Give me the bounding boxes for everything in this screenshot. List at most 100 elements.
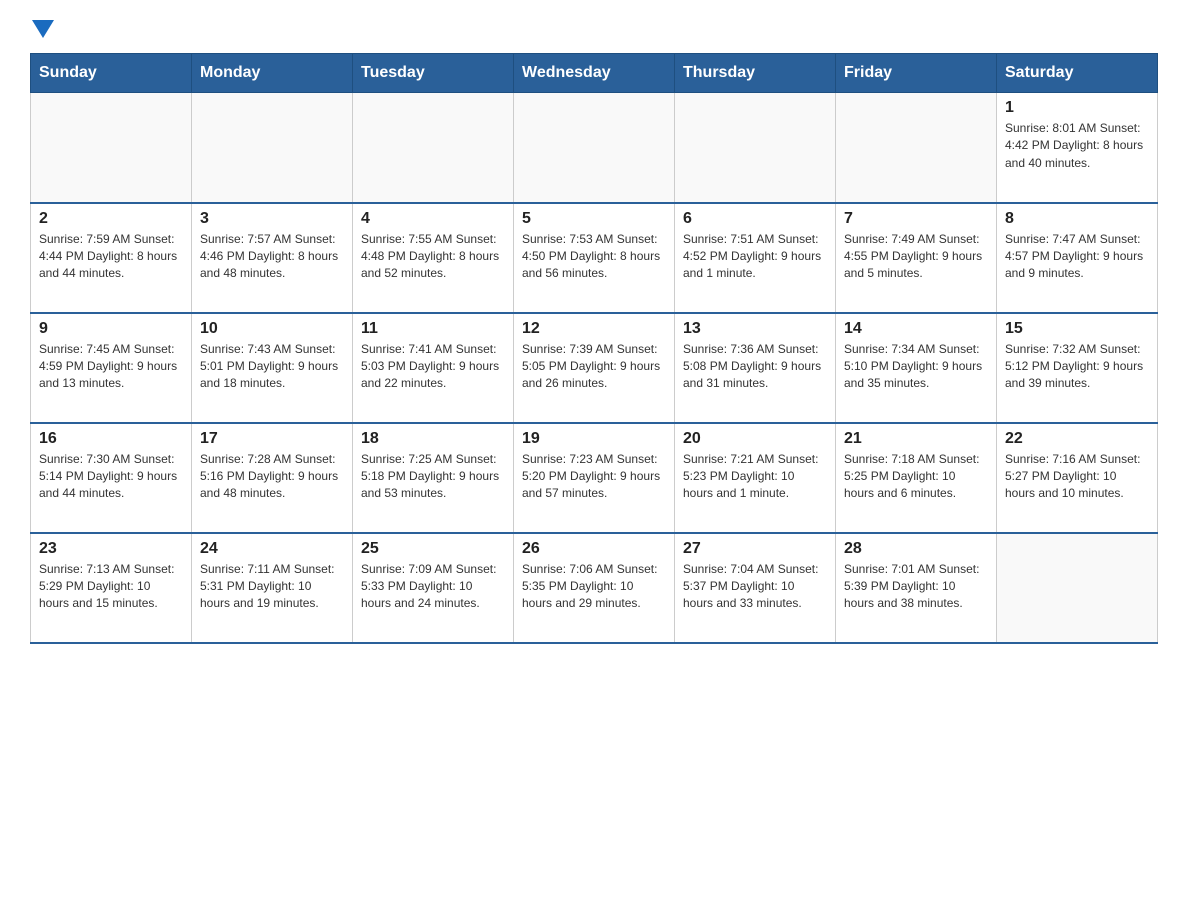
day-info: Sunrise: 7:18 AM Sunset: 5:25 PM Dayligh…	[844, 451, 988, 503]
day-info: Sunrise: 7:32 AM Sunset: 5:12 PM Dayligh…	[1005, 341, 1149, 393]
day-info: Sunrise: 7:25 AM Sunset: 5:18 PM Dayligh…	[361, 451, 505, 503]
day-info: Sunrise: 7:30 AM Sunset: 5:14 PM Dayligh…	[39, 451, 183, 503]
day-info: Sunrise: 7:51 AM Sunset: 4:52 PM Dayligh…	[683, 231, 827, 283]
calendar-cell: 7 Sunrise: 7:49 AM Sunset: 4:55 PM Daylig…	[836, 203, 997, 313]
day-number: 11	[361, 320, 505, 338]
day-info: Sunrise: 7:01 AM Sunset: 5:39 PM Dayligh…	[844, 561, 988, 613]
calendar-cell: 23 Sunrise: 7:13 AM Sunset: 5:29 PM Dayli…	[31, 533, 192, 643]
calendar-cell: 13 Sunrise: 7:36 AM Sunset: 5:08 PM Dayli…	[675, 313, 836, 423]
calendar-cell	[675, 93, 836, 203]
day-info: Sunrise: 7:06 AM Sunset: 5:35 PM Dayligh…	[522, 561, 666, 613]
day-number: 26	[522, 540, 666, 558]
calendar-cell: 11 Sunrise: 7:41 AM Sunset: 5:03 PM Dayli…	[353, 313, 514, 423]
day-number: 7	[844, 210, 988, 228]
day-number: 3	[200, 210, 344, 228]
day-number: 23	[39, 540, 183, 558]
day-info: Sunrise: 7:28 AM Sunset: 5:16 PM Dayligh…	[200, 451, 344, 503]
weekday-header-friday: Friday	[836, 54, 997, 93]
calendar-cell	[836, 93, 997, 203]
day-number: 1	[1005, 99, 1149, 117]
calendar-cell: 3 Sunrise: 7:57 AM Sunset: 4:46 PM Daylig…	[192, 203, 353, 313]
calendar-cell: 10 Sunrise: 7:43 AM Sunset: 5:01 PM Dayli…	[192, 313, 353, 423]
day-number: 27	[683, 540, 827, 558]
weekday-header-saturday: Saturday	[997, 54, 1158, 93]
calendar-cell: 28 Sunrise: 7:01 AM Sunset: 5:39 PM Dayli…	[836, 533, 997, 643]
day-info: Sunrise: 7:13 AM Sunset: 5:29 PM Dayligh…	[39, 561, 183, 613]
day-number: 8	[1005, 210, 1149, 228]
calendar-cell: 9 Sunrise: 7:45 AM Sunset: 4:59 PM Daylig…	[31, 313, 192, 423]
logo-arrow-icon	[32, 20, 54, 38]
day-number: 10	[200, 320, 344, 338]
day-number: 13	[683, 320, 827, 338]
weekday-header-monday: Monday	[192, 54, 353, 93]
day-number: 6	[683, 210, 827, 228]
calendar-body: 1 Sunrise: 8:01 AM Sunset: 4:42 PM Daylig…	[31, 93, 1158, 643]
weekday-header-tuesday: Tuesday	[353, 54, 514, 93]
day-number: 2	[39, 210, 183, 228]
day-number: 18	[361, 430, 505, 448]
calendar-cell	[192, 93, 353, 203]
day-info: Sunrise: 7:57 AM Sunset: 4:46 PM Dayligh…	[200, 231, 344, 283]
calendar-cell: 16Sunrise: 7:30 AM Sunset: 5:14 PM Dayli…	[31, 423, 192, 533]
day-number: 21	[844, 430, 988, 448]
day-number: 28	[844, 540, 988, 558]
day-info: Sunrise: 7:09 AM Sunset: 5:33 PM Dayligh…	[361, 561, 505, 613]
day-info: Sunrise: 7:16 AM Sunset: 5:27 PM Dayligh…	[1005, 451, 1149, 503]
calendar-cell: 12Sunrise: 7:39 AM Sunset: 5:05 PM Dayli…	[514, 313, 675, 423]
calendar-cell	[514, 93, 675, 203]
calendar-cell: 21 Sunrise: 7:18 AM Sunset: 5:25 PM Dayli…	[836, 423, 997, 533]
calendar-header: SundayMondayTuesdayWednesdayThursdayFrid…	[31, 54, 1158, 93]
day-info: Sunrise: 7:47 AM Sunset: 4:57 PM Dayligh…	[1005, 231, 1149, 283]
calendar-cell: 26 Sunrise: 7:06 AM Sunset: 5:35 PM Dayli…	[514, 533, 675, 643]
day-number: 19	[522, 430, 666, 448]
day-number: 22	[1005, 430, 1149, 448]
day-info: Sunrise: 7:11 AM Sunset: 5:31 PM Dayligh…	[200, 561, 344, 613]
weekday-header-wednesday: Wednesday	[514, 54, 675, 93]
calendar-week-4: 16Sunrise: 7:30 AM Sunset: 5:14 PM Dayli…	[31, 423, 1158, 533]
calendar-cell: 27Sunrise: 7:04 AM Sunset: 5:37 PM Dayli…	[675, 533, 836, 643]
day-info: Sunrise: 8:01 AM Sunset: 4:42 PM Dayligh…	[1005, 120, 1149, 172]
page-header	[30, 20, 1158, 43]
day-info: Sunrise: 7:59 AM Sunset: 4:44 PM Dayligh…	[39, 231, 183, 283]
logo	[30, 20, 54, 43]
day-number: 17	[200, 430, 344, 448]
day-info: Sunrise: 7:49 AM Sunset: 4:55 PM Dayligh…	[844, 231, 988, 283]
day-number: 20	[683, 430, 827, 448]
day-number: 15	[1005, 320, 1149, 338]
calendar-cell	[31, 93, 192, 203]
day-info: Sunrise: 7:34 AM Sunset: 5:10 PM Dayligh…	[844, 341, 988, 393]
day-number: 14	[844, 320, 988, 338]
calendar-cell: 5 Sunrise: 7:53 AM Sunset: 4:50 PM Daylig…	[514, 203, 675, 313]
calendar-cell: 25Sunrise: 7:09 AM Sunset: 5:33 PM Dayli…	[353, 533, 514, 643]
day-info: Sunrise: 7:53 AM Sunset: 4:50 PM Dayligh…	[522, 231, 666, 283]
weekday-header-row: SundayMondayTuesdayWednesdayThursdayFrid…	[31, 54, 1158, 93]
day-number: 5	[522, 210, 666, 228]
calendar-cell: 24Sunrise: 7:11 AM Sunset: 5:31 PM Dayli…	[192, 533, 353, 643]
calendar-week-2: 2 Sunrise: 7:59 AM Sunset: 4:44 PM Daylig…	[31, 203, 1158, 313]
day-info: Sunrise: 7:45 AM Sunset: 4:59 PM Dayligh…	[39, 341, 183, 393]
day-info: Sunrise: 7:55 AM Sunset: 4:48 PM Dayligh…	[361, 231, 505, 283]
day-info: Sunrise: 7:41 AM Sunset: 5:03 PM Dayligh…	[361, 341, 505, 393]
calendar-cell	[353, 93, 514, 203]
calendar-cell: 8 Sunrise: 7:47 AM Sunset: 4:57 PM Daylig…	[997, 203, 1158, 313]
day-info: Sunrise: 7:21 AM Sunset: 5:23 PM Dayligh…	[683, 451, 827, 503]
calendar-cell: 20 Sunrise: 7:21 AM Sunset: 5:23 PM Dayli…	[675, 423, 836, 533]
day-number: 9	[39, 320, 183, 338]
calendar-cell: 14 Sunrise: 7:34 AM Sunset: 5:10 PM Dayli…	[836, 313, 997, 423]
day-number: 4	[361, 210, 505, 228]
calendar-cell: 1 Sunrise: 8:01 AM Sunset: 4:42 PM Daylig…	[997, 93, 1158, 203]
day-number: 12	[522, 320, 666, 338]
calendar-cell: 18 Sunrise: 7:25 AM Sunset: 5:18 PM Dayli…	[353, 423, 514, 533]
weekday-header-thursday: Thursday	[675, 54, 836, 93]
calendar-cell: 6 Sunrise: 7:51 AM Sunset: 4:52 PM Daylig…	[675, 203, 836, 313]
calendar-cell: 17 Sunrise: 7:28 AM Sunset: 5:16 PM Dayli…	[192, 423, 353, 533]
calendar-cell	[997, 533, 1158, 643]
day-info: Sunrise: 7:43 AM Sunset: 5:01 PM Dayligh…	[200, 341, 344, 393]
calendar-week-1: 1 Sunrise: 8:01 AM Sunset: 4:42 PM Daylig…	[31, 93, 1158, 203]
calendar-cell: 4 Sunrise: 7:55 AM Sunset: 4:48 PM Daylig…	[353, 203, 514, 313]
calendar-week-3: 9 Sunrise: 7:45 AM Sunset: 4:59 PM Daylig…	[31, 313, 1158, 423]
calendar-cell: 15 Sunrise: 7:32 AM Sunset: 5:12 PM Dayli…	[997, 313, 1158, 423]
calendar-cell: 22 Sunrise: 7:16 AM Sunset: 5:27 PM Dayli…	[997, 423, 1158, 533]
day-info: Sunrise: 7:36 AM Sunset: 5:08 PM Dayligh…	[683, 341, 827, 393]
calendar-cell: 2 Sunrise: 7:59 AM Sunset: 4:44 PM Daylig…	[31, 203, 192, 313]
